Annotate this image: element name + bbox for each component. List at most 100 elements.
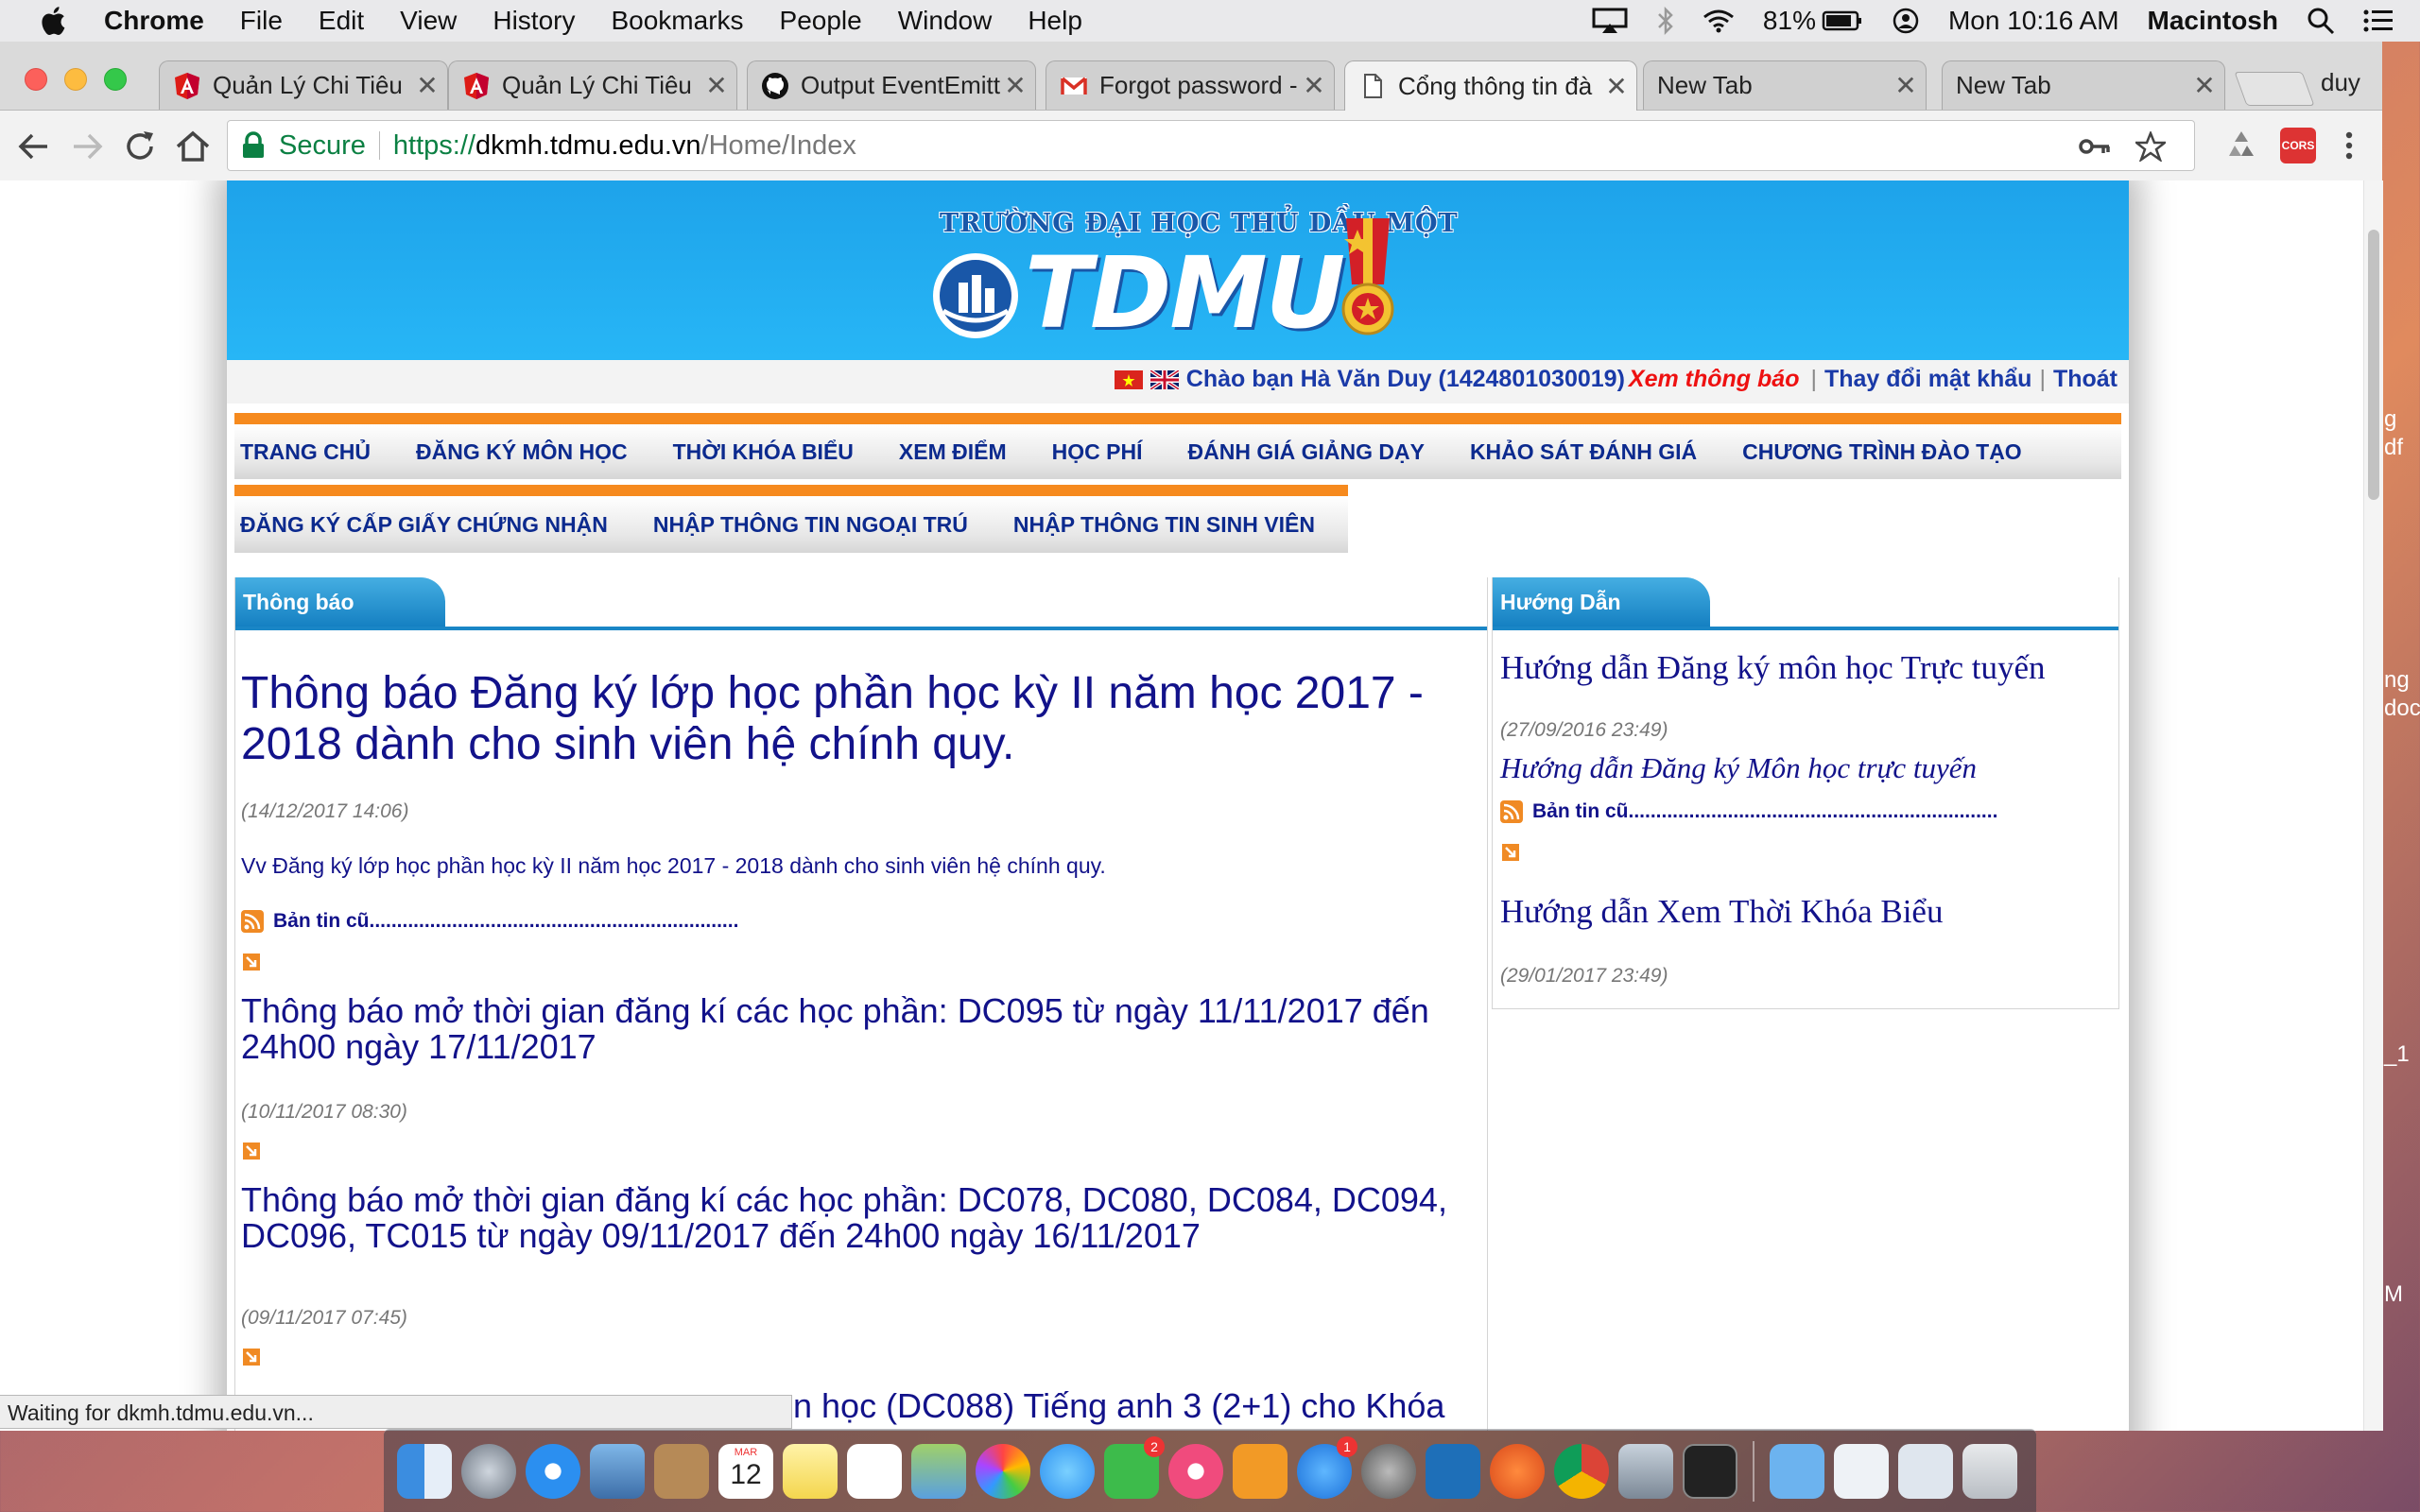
notification-center-icon[interactable] [2363,9,2394,33]
finder-icon[interactable] [397,1443,452,1499]
vscode-icon[interactable] [1426,1443,1480,1499]
menu-help[interactable]: Help [1028,6,1082,36]
zoom-window-button[interactable] [104,68,127,91]
chrome-icon[interactable] [1554,1443,1609,1499]
tab-close-icon[interactable]: ✕ [1602,71,1631,102]
apple-logo-icon[interactable] [38,4,72,38]
tab-cong-thong-tin[interactable]: Cổng thông tin đà ✕ [1344,60,1637,111]
old-news-link[interactable]: Bản tin cũ..............................… [241,910,738,933]
bookmark-star-icon[interactable] [2135,131,2166,162]
clock[interactable]: Mon 10:16 AM [1948,6,2119,36]
document-stack-icon[interactable] [1834,1443,1889,1499]
nav-survey[interactable]: KHẢO SÁT ĐÁNH GIÁ [1470,439,1697,465]
tdmu-logo[interactable]: TRƯỜNG ĐẠI HỌC THỦ DẦU MỘT TDMU [930,209,1458,351]
menu-history[interactable]: History [493,6,575,36]
vietnamese-flag-icon[interactable] [1114,369,1143,389]
wifi-icon[interactable] [1703,9,1735,33]
nav-tuition[interactable]: HỌC PHÍ [1052,439,1143,465]
address-bar[interactable]: Secure https://dkmh.tdmu.edu.vn/Home/Ind… [227,120,2195,171]
safari-icon[interactable] [526,1443,580,1499]
page-scrollbar[interactable] [2363,180,2383,1431]
menu-file[interactable]: File [240,6,283,36]
launchpad-icon[interactable] [461,1443,516,1499]
tab-output-eventemitter[interactable]: Output EventEmitt ✕ [747,60,1036,110]
bluetooth-icon[interactable] [1657,7,1674,35]
chrome-menu-icon[interactable] [2331,128,2367,163]
nav-curriculum[interactable]: CHƯƠNG TRÌNH ĐÀO TẠO [1742,439,2022,465]
nav-home[interactable]: TRANG CHỦ [240,439,371,465]
tab-new-tab-1[interactable]: New Tab ✕ [1643,60,1927,110]
scrollbar-thumb[interactable] [2368,230,2379,500]
calendar-icon[interactable]: MAR 12 [718,1443,773,1499]
preview-icon[interactable] [1618,1443,1673,1499]
computer-name[interactable]: Macintosh [2148,6,2278,36]
news-title-1[interactable]: Thông báo Đăng ký lớp học phần học kỳ II… [241,668,1461,770]
menu-app-name[interactable]: Chrome [104,6,204,36]
change-password-link[interactable]: Thay đổi mật khẩu [1824,366,2031,393]
nav-off-campus-info[interactable]: NHẬP THÔNG TIN NGOẠI TRÚ [653,512,968,538]
menu-people[interactable]: People [780,6,862,36]
notes-icon[interactable] [783,1443,838,1499]
menu-window[interactable]: Window [898,6,993,36]
reload-icon[interactable] [121,128,159,165]
news-title-2[interactable]: Thông báo mở thời gian đăng kí các học p… [241,993,1470,1065]
messages-icon[interactable] [1040,1443,1095,1499]
recycle-extension-icon[interactable] [2223,128,2259,163]
key-icon[interactable] [2079,135,2111,158]
tab-close-icon[interactable]: ✕ [1300,70,1328,101]
menu-bookmarks[interactable]: Bookmarks [611,6,743,36]
photos-icon[interactable] [976,1443,1030,1499]
tab-quan-ly-chi-tieu-1[interactable]: Quản Lý Chi Tiêu ✕ [159,60,448,110]
user-switch-icon[interactable] [1892,7,1920,35]
system-preferences-icon[interactable] [1361,1443,1416,1499]
spotlight-search-icon[interactable] [2307,7,2335,35]
tab-new-tab-2[interactable]: New Tab ✕ [1942,60,2225,110]
battery-status[interactable]: 81% [1763,6,1863,36]
guide-title-1[interactable]: Hướng dẫn Đăng ký môn học Trực tuyến [1500,649,2046,687]
minimize-window-button[interactable] [64,68,87,91]
home-icon[interactable] [174,128,212,165]
news-title-3[interactable]: Thông báo mở thời gian đăng kí các học p… [241,1182,1470,1254]
new-tab-button[interactable] [2234,72,2315,106]
back-icon[interactable] [15,128,53,165]
mail-stamp-icon[interactable] [590,1443,645,1499]
tab-close-icon[interactable]: ✕ [413,70,441,101]
tab-close-icon[interactable]: ✕ [1892,70,1920,101]
facetime-icon[interactable]: 2 [1104,1435,1165,1499]
ibooks-icon[interactable] [1233,1443,1288,1499]
nav-student-info[interactable]: NHẬP THÔNG TIN SINH VIÊN [1013,512,1315,538]
english-flag-icon[interactable] [1150,369,1179,389]
terminal-icon[interactable] [1683,1443,1737,1499]
menu-edit[interactable]: Edit [319,6,364,36]
app-store-icon[interactable]: 1 [1297,1435,1357,1499]
nav-course-registration[interactable]: ĐĂNG KÝ MÔN HỌC [416,439,628,465]
menu-view[interactable]: View [400,6,457,36]
airplay-icon[interactable] [1591,8,1629,34]
old-guides-link[interactable]: Bản tin cũ..............................… [1500,800,1997,823]
tab-close-icon[interactable]: ✕ [702,70,731,101]
tab-quan-ly-chi-tieu-2[interactable]: Quản Lý Chi Tiêu ✕ [448,60,737,110]
itunes-icon[interactable] [1168,1443,1223,1499]
logout-link[interactable]: Thoát [2053,366,2118,393]
forward-icon[interactable] [68,128,106,165]
tab-forgot-password[interactable]: Forgot password - ✕ [1046,60,1335,110]
trash-icon[interactable] [1962,1443,2017,1499]
maps-icon[interactable] [911,1443,966,1499]
postman-icon[interactable] [1490,1443,1545,1499]
nav-grades[interactable]: XEM ĐIỂM [899,439,1007,465]
tab-close-icon[interactable]: ✕ [2190,70,2219,101]
profile-name[interactable]: duy [2321,68,2360,97]
downloads-folder-icon[interactable] [1770,1443,1824,1499]
screenshot-stack-icon[interactable] [1898,1443,1953,1499]
cors-extension-icon[interactable]: CORS [2280,128,2316,163]
nav-teaching-evaluation[interactable]: ĐÁNH GIÁ GIẢNG DẠY [1187,439,1424,465]
reminders-icon[interactable] [847,1443,902,1499]
close-window-button[interactable] [25,68,47,91]
nav-timetable[interactable]: THỜI KHÓA BIỂU [673,439,854,465]
guide-subtitle-1[interactable]: Hướng dẫn Đăng ký Môn học trực tuyến [1500,751,1977,785]
nav-certificate-request[interactable]: ĐĂNG KÝ CẤP GIẤY CHỨNG NHẬN [240,512,608,538]
tab-close-icon[interactable]: ✕ [1001,70,1029,101]
guide-title-2[interactable]: Hướng dẫn Xem Thời Khóa Biểu [1500,893,1943,931]
contacts-icon[interactable] [654,1443,709,1499]
news-title-4-partial[interactable]: n học (DC088) Tiếng anh 3 (2+1) cho Khóa [793,1388,1474,1424]
